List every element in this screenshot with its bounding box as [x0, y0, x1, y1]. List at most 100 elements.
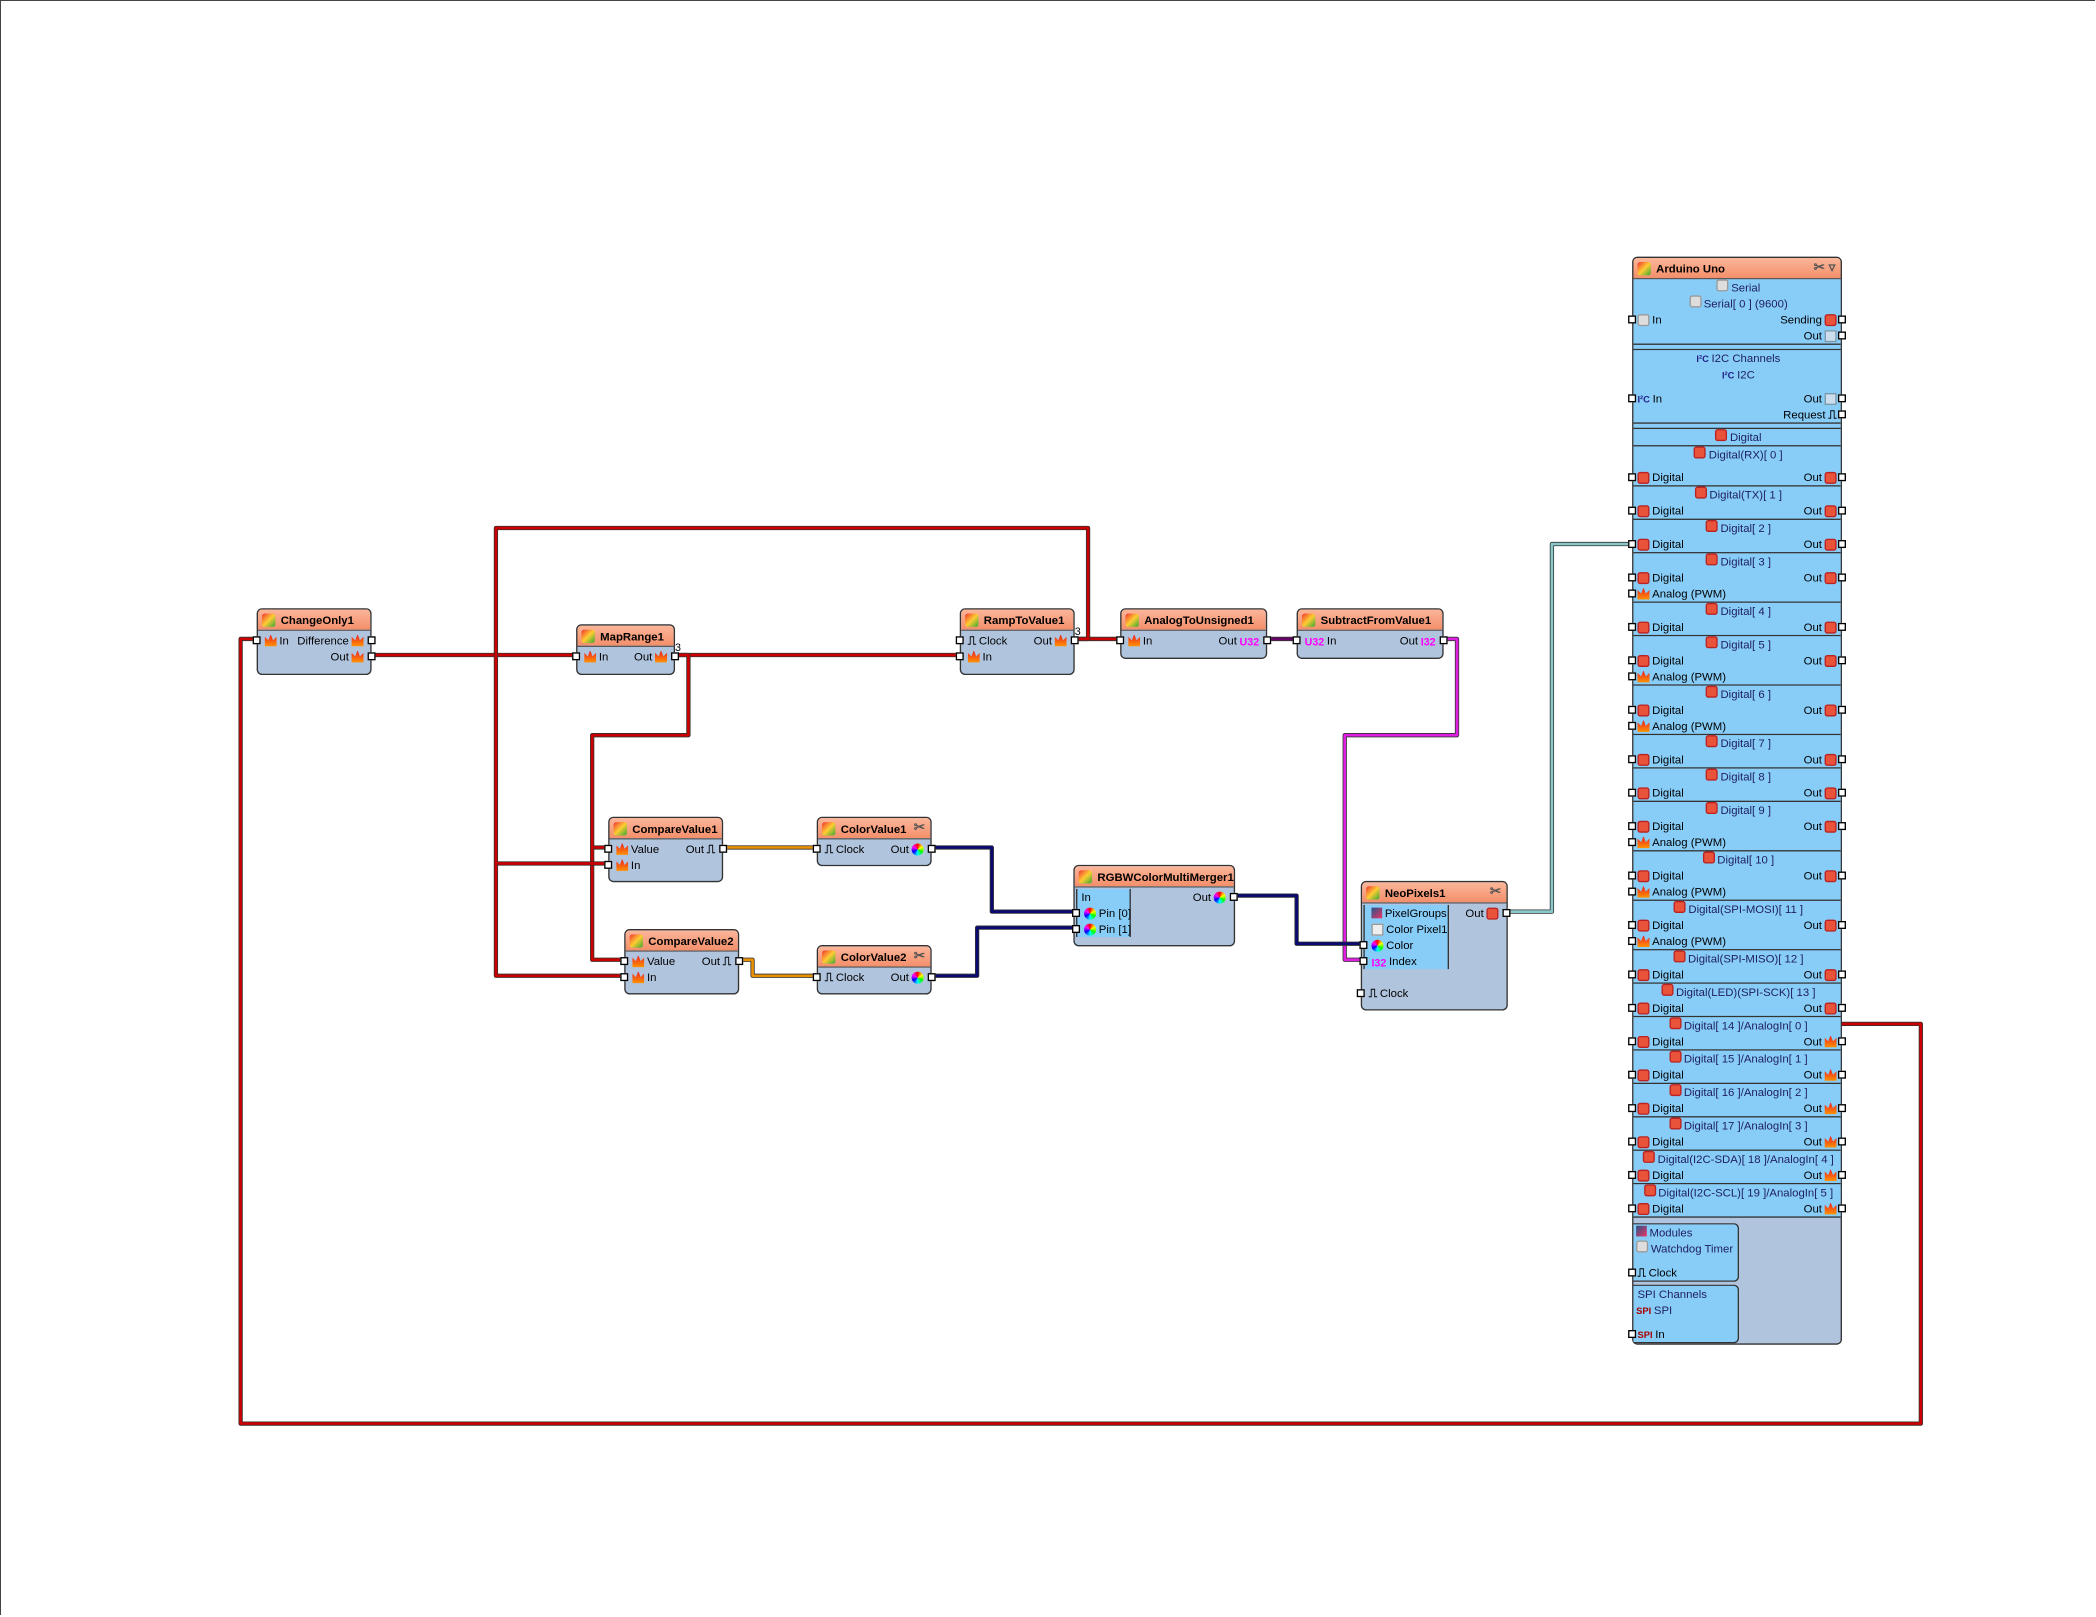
input-pin[interactable]: Digital — [1635, 536, 1684, 552]
pin-connector[interactable] — [1837, 315, 1846, 324]
component-analogtounsigned1[interactable]: AnalogToUnsigned1 In Out U32 — [1116, 608, 1272, 659]
pin-connector[interactable] — [1116, 636, 1125, 645]
pin-connector[interactable] — [812, 844, 821, 853]
pin-value[interactable]: Value — [630, 953, 675, 969]
pin-connector[interactable] — [1628, 473, 1637, 482]
wire-clock[interactable] — [736, 958, 817, 978]
pin-in[interactable]: In — [262, 632, 289, 648]
pin-connector[interactable] — [671, 652, 680, 661]
pin-pin-0-[interactable]: Pin [0] — [1081, 905, 1131, 921]
pin-out[interactable]: Out ⎍ — [702, 953, 734, 969]
output-pin[interactable]: Out — [1804, 868, 1840, 884]
pin-connector[interactable] — [1628, 822, 1637, 831]
input-pin[interactable]: Digital — [1635, 1134, 1684, 1150]
pin-connector[interactable] — [1628, 1268, 1637, 1277]
pin-value[interactable]: Value — [614, 841, 659, 857]
pin-connector[interactable] — [252, 636, 261, 645]
input-pin[interactable]: Analog (PWM) — [1635, 668, 1726, 684]
pin-connector[interactable] — [927, 844, 936, 853]
pin-connector[interactable] — [1439, 636, 1448, 645]
input-pin[interactable]: Analog (PWM) — [1635, 933, 1726, 949]
input-pin[interactable]: Digital — [1635, 1033, 1684, 1049]
output-pin[interactable]: Out — [1804, 652, 1840, 668]
pin-connector[interactable] — [1070, 636, 1079, 645]
pin-connector[interactable] — [1837, 1170, 1846, 1179]
pin-in[interactable]: In — [614, 857, 640, 873]
pin-connector[interactable] — [1628, 394, 1637, 403]
pin-out[interactable]: Out — [891, 969, 927, 985]
output-pin[interactable]: Out — [1804, 503, 1840, 519]
pin-out[interactable]: Out — [891, 841, 927, 857]
output-pin[interactable]: Out — [1804, 917, 1840, 933]
pin-in[interactable]: U32 In — [1302, 632, 1337, 648]
pin-connector[interactable] — [1628, 622, 1637, 631]
pin-connector[interactable] — [1837, 1003, 1846, 1012]
output-pin[interactable]: Out — [1804, 536, 1840, 552]
pin-connector[interactable] — [1837, 1037, 1846, 1046]
wire-color[interactable] — [929, 926, 1074, 978]
component-ramptovalue1[interactable]: RampToValue1 ⎍ Clock Out In — [955, 608, 1079, 676]
pin-clock[interactable]: ⎍ Clock — [965, 632, 1008, 648]
pin-connector[interactable] — [1628, 755, 1637, 764]
component-header[interactable]: ColorValue2 ✂ — [818, 946, 931, 968]
pin-connector[interactable] — [367, 636, 376, 645]
output-pin[interactable]: Out — [1804, 1000, 1840, 1016]
pin-out[interactable]: Out — [1465, 905, 1501, 921]
pin-connector[interactable] — [1628, 573, 1637, 582]
component-header[interactable]: RampToValue1 — [961, 609, 1074, 631]
component-header[interactable]: MapRange1 — [577, 625, 674, 647]
pin-connector[interactable] — [1502, 908, 1511, 917]
pin-in[interactable]: In — [965, 648, 992, 664]
pin-in[interactable]: In — [581, 648, 608, 664]
tools-icon[interactable]: ✂ — [914, 821, 925, 836]
output-pin[interactable]: Out — [1804, 818, 1840, 834]
pin-out[interactable]: Out I32 — [1400, 632, 1439, 648]
output-pin[interactable]: Sending — [1780, 311, 1839, 327]
pin-connector[interactable] — [1628, 1137, 1637, 1146]
pin-connector[interactable] — [1628, 1204, 1637, 1213]
input-pin[interactable]: Digital — [1635, 652, 1684, 668]
pin-connector[interactable] — [1837, 822, 1846, 831]
input-pin[interactable]: I²C In — [1635, 390, 1662, 406]
pin-connector[interactable] — [367, 652, 376, 661]
pin-connector[interactable] — [1628, 1170, 1637, 1179]
pin-connector[interactable] — [1628, 315, 1637, 324]
component-neopixels1[interactable]: NeoPixels1 ✂ PixelGroups Out Color Pixel1 Col… — [1356, 880, 1511, 1011]
pin-connector[interactable] — [1837, 331, 1846, 340]
pin-out[interactable]: Out U32 — [1219, 632, 1262, 648]
pin-connector[interactable] — [1837, 788, 1846, 797]
output-pin[interactable]: Out — [1804, 785, 1840, 801]
pin-connector[interactable] — [1359, 941, 1368, 950]
pin-connector[interactable] — [1837, 1204, 1846, 1213]
pin-connector[interactable] — [955, 652, 964, 661]
input-pin[interactable]: ⎍ Clock — [1635, 1265, 1677, 1281]
component-changeonly1[interactable]: ChangeOnly1 In Difference Out — [252, 608, 376, 676]
pin-connector[interactable] — [1837, 394, 1846, 403]
output-pin[interactable]: Out — [1804, 1200, 1840, 1216]
wire-color[interactable] — [929, 846, 1074, 913]
output-pin[interactable]: Out — [1804, 1167, 1840, 1183]
pin-clock[interactable]: ⎍ Clock — [1366, 985, 1409, 1001]
component-subtractfromvalue1[interactable]: SubtractFromValue1 U32 In Out I32 — [1292, 608, 1448, 659]
component-header[interactable]: CompareValue1 — [609, 818, 722, 840]
tools-icon[interactable]: ✂ — [1490, 885, 1501, 900]
pin-connector[interactable] — [1628, 721, 1637, 730]
pin-connector[interactable] — [1837, 573, 1846, 582]
pin-out[interactable]: Out — [331, 648, 367, 664]
component-rgbwcolormultimerger1[interactable]: RGBWColorMultiMerger1 In Out Pin [0] Pin [1] — [1072, 864, 1238, 947]
pin-in[interactable]: In — [1081, 889, 1090, 905]
pin-connector[interactable] — [1837, 1137, 1846, 1146]
input-pin[interactable]: SPI In — [1635, 1326, 1664, 1342]
output-pin[interactable]: Out — [1804, 966, 1840, 982]
input-pin[interactable]: Digital — [1635, 1200, 1684, 1216]
input-pin[interactable]: Digital — [1635, 469, 1684, 485]
output-pin[interactable]: Request ⎍ — [1783, 406, 1839, 422]
input-pin[interactable]: Digital — [1635, 1067, 1684, 1083]
wire-analog[interactable] — [494, 526, 1090, 865]
output-pin[interactable]: Out — [1804, 702, 1840, 718]
pin-connector[interactable] — [1628, 838, 1637, 847]
pin-out[interactable]: Out — [1193, 889, 1229, 905]
component-maprange1[interactable]: MapRange1 In Out — [572, 624, 680, 676]
pin-connector[interactable] — [1628, 540, 1637, 549]
input-pin[interactable]: Analog (PWM) — [1635, 585, 1726, 601]
